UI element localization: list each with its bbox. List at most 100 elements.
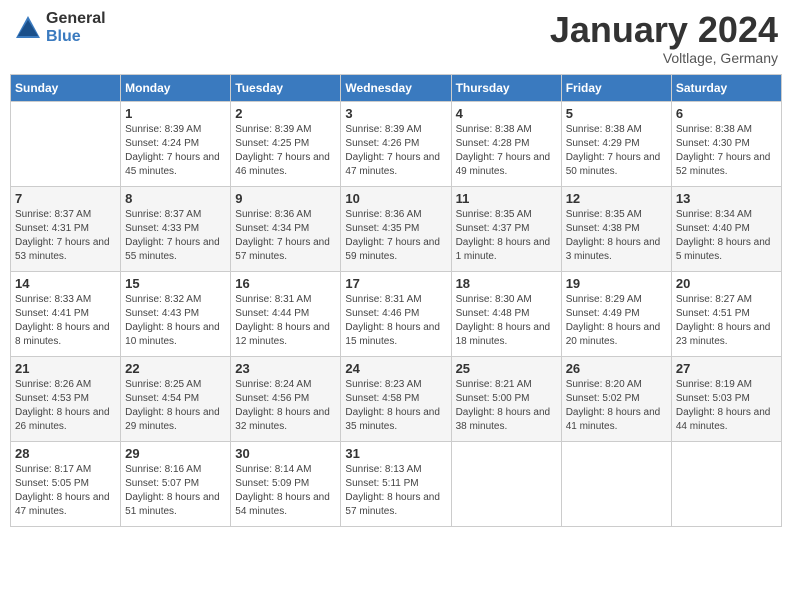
calendar-table: SundayMondayTuesdayWednesdayThursdayFrid… — [10, 74, 782, 527]
day-info: Sunrise: 8:20 AMSunset: 5:02 PMDaylight:… — [566, 378, 667, 434]
day-number: 20 — [676, 276, 777, 291]
calendar-cell: 21 Sunrise: 8:26 AMSunset: 4:53 PMDayligh… — [11, 356, 121, 441]
day-number: 26 — [566, 361, 667, 376]
day-info: Sunrise: 8:39 AMSunset: 4:25 PMDaylight:… — [235, 123, 336, 179]
calendar-cell: 8 Sunrise: 8:37 AMSunset: 4:33 PMDaylight… — [121, 186, 231, 271]
day-info: Sunrise: 8:38 AMSunset: 4:29 PMDaylight:… — [566, 123, 667, 179]
calendar-cell: 10Sunrise: 8:36 AMSunset: 4:35 PMDayligh… — [341, 186, 451, 271]
day-number: 15 — [125, 276, 226, 291]
calendar-cell: 18 Sunrise: 8:30 AMSunset: 4:48 PMDayligh… — [451, 271, 561, 356]
day-info: Sunrise: 8:31 AMSunset: 4:44 PMDaylight:… — [235, 293, 336, 349]
day-number: 6 — [676, 106, 777, 121]
calendar-cell: 28Sunrise: 8:17 AMSunset: 5:05 PMDayligh… — [11, 441, 121, 526]
calendar-cell — [671, 441, 781, 526]
day-number: 24 — [345, 361, 446, 376]
day-number: 22 — [125, 361, 226, 376]
calendar-cell: 12 Sunrise: 8:35 AMSunset: 4:38 PMDayligh… — [561, 186, 671, 271]
page-header: General Blue January 2024 Voltlage, Germ… — [10, 10, 782, 66]
logo-icon — [14, 14, 42, 42]
calendar-cell: 6 Sunrise: 8:38 AMSunset: 4:30 PMDaylight… — [671, 101, 781, 186]
day-info: Sunrise: 8:29 AMSunset: 4:49 PMDaylight:… — [566, 293, 667, 349]
calendar-cell — [451, 441, 561, 526]
calendar-cell: 4Sunrise: 8:38 AMSunset: 4:28 PMDaylight… — [451, 101, 561, 186]
day-info: Sunrise: 8:14 AMSunset: 5:09 PMDaylight:… — [235, 463, 336, 519]
calendar-cell: 27 Sunrise: 8:19 AMSunset: 5:03 PMDayligh… — [671, 356, 781, 441]
day-info: Sunrise: 8:27 AMSunset: 4:51 PMDaylight:… — [676, 293, 777, 349]
calendar-cell: 15 Sunrise: 8:32 AMSunset: 4:43 PMDayligh… — [121, 271, 231, 356]
day-info: Sunrise: 8:25 AMSunset: 4:54 PMDaylight:… — [125, 378, 226, 434]
week-row-5: 28Sunrise: 8:17 AMSunset: 5:05 PMDayligh… — [11, 441, 782, 526]
calendar-cell — [11, 101, 121, 186]
day-info: Sunrise: 8:23 AMSunset: 4:58 PMDaylight:… — [345, 378, 446, 434]
calendar-cell: 17 Sunrise: 8:31 AMSunset: 4:46 PMDayligh… — [341, 271, 451, 356]
calendar-cell: 31Sunrise: 8:13 AMSunset: 5:11 PMDayligh… — [341, 441, 451, 526]
logo: General Blue — [14, 10, 106, 45]
calendar-cell: 9 Sunrise: 8:36 AMSunset: 4:34 PMDaylight… — [231, 186, 341, 271]
week-row-2: 7Sunrise: 8:37 AMSunset: 4:31 PMDaylight… — [11, 186, 782, 271]
day-number: 21 — [15, 361, 116, 376]
day-number: 18 — [456, 276, 557, 291]
logo-blue: Blue — [46, 28, 106, 46]
day-number: 25 — [456, 361, 557, 376]
location: Voltlage, Germany — [550, 50, 778, 66]
day-number: 11 — [456, 191, 557, 206]
week-row-1: 1 Sunrise: 8:39 AMSunset: 4:24 PMDaylight… — [11, 101, 782, 186]
day-info: Sunrise: 8:30 AMSunset: 4:48 PMDaylight:… — [456, 293, 557, 349]
week-row-4: 21 Sunrise: 8:26 AMSunset: 4:53 PMDayligh… — [11, 356, 782, 441]
day-number: 8 — [125, 191, 226, 206]
day-number: 4 — [456, 106, 557, 121]
day-info: Sunrise: 8:26 AMSunset: 4:53 PMDaylight:… — [15, 378, 116, 434]
day-info: Sunrise: 8:39 AMSunset: 4:26 PMDaylight:… — [345, 123, 446, 179]
calendar-cell: 3 Sunrise: 8:39 AMSunset: 4:26 PMDaylight… — [341, 101, 451, 186]
calendar-cell: 14Sunrise: 8:33 AMSunset: 4:41 PMDayligh… — [11, 271, 121, 356]
day-info: Sunrise: 8:35 AMSunset: 4:38 PMDaylight:… — [566, 208, 667, 264]
calendar-cell: 22 Sunrise: 8:25 AMSunset: 4:54 PMDayligh… — [121, 356, 231, 441]
calendar-cell: 1 Sunrise: 8:39 AMSunset: 4:24 PMDaylight… — [121, 101, 231, 186]
day-info: Sunrise: 8:32 AMSunset: 4:43 PMDaylight:… — [125, 293, 226, 349]
day-info: Sunrise: 8:13 AMSunset: 5:11 PMDaylight:… — [345, 463, 446, 519]
day-header-sunday: Sunday — [11, 74, 121, 101]
day-info: Sunrise: 8:38 AMSunset: 4:30 PMDaylight:… — [676, 123, 777, 179]
day-header-wednesday: Wednesday — [341, 74, 451, 101]
day-header-saturday: Saturday — [671, 74, 781, 101]
day-number: 1 — [125, 106, 226, 121]
logo-text: General Blue — [46, 10, 106, 45]
day-info: Sunrise: 8:19 AMSunset: 5:03 PMDaylight:… — [676, 378, 777, 434]
day-info: Sunrise: 8:34 AMSunset: 4:40 PMDaylight:… — [676, 208, 777, 264]
day-info: Sunrise: 8:17 AMSunset: 5:05 PMDaylight:… — [15, 463, 116, 519]
day-info: Sunrise: 8:39 AMSunset: 4:24 PMDaylight:… — [125, 123, 226, 179]
day-info: Sunrise: 8:35 AMSunset: 4:37 PMDaylight:… — [456, 208, 557, 264]
day-number: 2 — [235, 106, 336, 121]
day-header-row: SundayMondayTuesdayWednesdayThursdayFrid… — [11, 74, 782, 101]
day-number: 3 — [345, 106, 446, 121]
calendar-cell: 24 Sunrise: 8:23 AMSunset: 4:58 PMDayligh… — [341, 356, 451, 441]
calendar-cell: 19 Sunrise: 8:29 AMSunset: 4:49 PMDayligh… — [561, 271, 671, 356]
day-header-thursday: Thursday — [451, 74, 561, 101]
day-number: 16 — [235, 276, 336, 291]
calendar-cell: 20 Sunrise: 8:27 AMSunset: 4:51 PMDayligh… — [671, 271, 781, 356]
day-info: Sunrise: 8:36 AMSunset: 4:34 PMDaylight:… — [235, 208, 336, 264]
day-number: 17 — [345, 276, 446, 291]
month-title: January 2024 — [550, 10, 778, 50]
day-info: Sunrise: 8:21 AMSunset: 5:00 PMDaylight:… — [456, 378, 557, 434]
calendar-cell: 23 Sunrise: 8:24 AMSunset: 4:56 PMDayligh… — [231, 356, 341, 441]
day-number: 9 — [235, 191, 336, 206]
day-info: Sunrise: 8:37 AMSunset: 4:31 PMDaylight:… — [15, 208, 116, 264]
calendar-cell: 30 Sunrise: 8:14 AMSunset: 5:09 PMDayligh… — [231, 441, 341, 526]
calendar-cell: 13 Sunrise: 8:34 AMSunset: 4:40 PMDayligh… — [671, 186, 781, 271]
day-number: 29 — [125, 446, 226, 461]
day-number: 27 — [676, 361, 777, 376]
day-number: 23 — [235, 361, 336, 376]
calendar-cell: 26 Sunrise: 8:20 AMSunset: 5:02 PMDayligh… — [561, 356, 671, 441]
week-row-3: 14Sunrise: 8:33 AMSunset: 4:41 PMDayligh… — [11, 271, 782, 356]
day-number: 12 — [566, 191, 667, 206]
day-info: Sunrise: 8:31 AMSunset: 4:46 PMDaylight:… — [345, 293, 446, 349]
day-info: Sunrise: 8:16 AMSunset: 5:07 PMDaylight:… — [125, 463, 226, 519]
calendar-cell: 11 Sunrise: 8:35 AMSunset: 4:37 PMDayligh… — [451, 186, 561, 271]
day-number: 13 — [676, 191, 777, 206]
day-info: Sunrise: 8:37 AMSunset: 4:33 PMDaylight:… — [125, 208, 226, 264]
day-info: Sunrise: 8:24 AMSunset: 4:56 PMDaylight:… — [235, 378, 336, 434]
day-number: 30 — [235, 446, 336, 461]
day-number: 5 — [566, 106, 667, 121]
day-number: 19 — [566, 276, 667, 291]
